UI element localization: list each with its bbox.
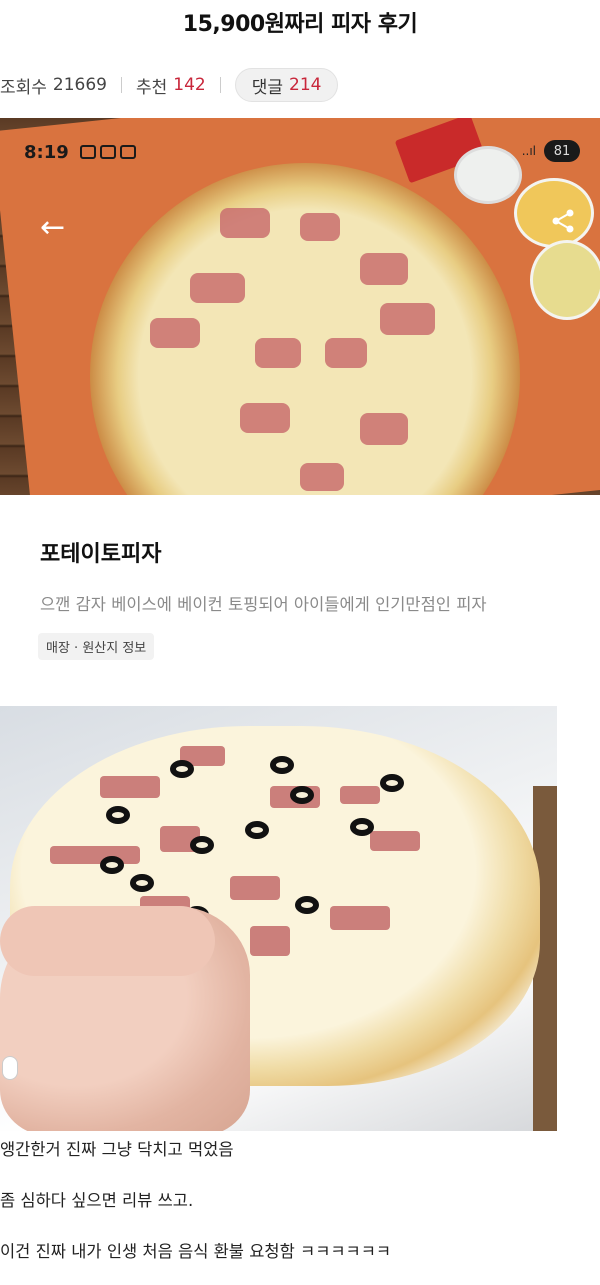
product-description: 으깬 감자 베이스에 베이컨 토핑되어 아이들에게 인기만점인 피자 (40, 595, 487, 614)
post-title: 15,900원짜리 피자 후기 (182, 12, 418, 37)
share-icon[interactable] (548, 206, 578, 236)
back-arrow-icon[interactable]: ← (40, 210, 65, 245)
finger (0, 906, 215, 976)
status-time: 8:19 (24, 142, 69, 163)
gallery-prev-icon[interactable] (2, 1056, 18, 1080)
comments-label: 댓글 (251, 77, 284, 98)
views-label: 조회수 (0, 77, 47, 98)
status-icons (80, 145, 136, 159)
recommend-count: 142 (173, 75, 206, 95)
stats-divider (121, 77, 123, 93)
pickle-cup (530, 240, 600, 320)
dip-cup (454, 146, 522, 204)
status-right: ..ıl 81 (522, 140, 580, 162)
comments-count: 214 (289, 75, 322, 95)
received-pizza-photo (0, 706, 557, 1131)
product-name: 포테이토피자 (40, 542, 162, 567)
post-text-line: 이건 진짜 내가 인생 처음 음식 환불 요청함 ㅋㅋㅋㅋㅋㅋ (0, 1242, 392, 1261)
comments-button[interactable]: 댓글 214 (234, 68, 339, 102)
potato-pizza-photo: 8:19 ..ıl 81 ← (0, 118, 600, 495)
views-count: 21669 (52, 75, 108, 95)
post-text-line: 좀 심하다 싶으면 리뷰 쓰고. (0, 1191, 194, 1210)
battery-icon: 81 (544, 140, 580, 162)
signal-icon: ..ıl (521, 144, 536, 158)
post-stats: 조회수 21669 추천 142 댓글 214 (0, 68, 339, 102)
store-origin-info-chip[interactable]: 매장 · 원산지 정보 (38, 633, 155, 660)
stats-divider (219, 77, 221, 93)
post-text-line: 앵간한거 진짜 그냥 닥치고 먹었음 (0, 1140, 234, 1159)
recommend-label: 추천 (136, 77, 168, 98)
